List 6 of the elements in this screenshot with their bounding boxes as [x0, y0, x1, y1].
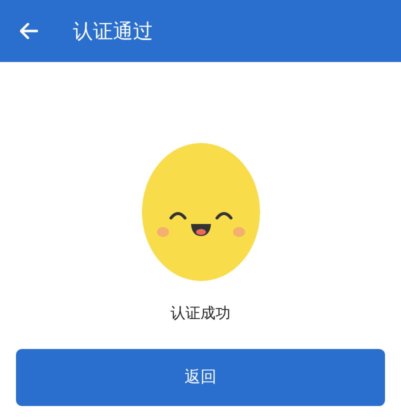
back-button[interactable] [18, 20, 40, 42]
return-button[interactable]: 返回 [16, 348, 385, 406]
success-message: 认证成功 [170, 303, 230, 324]
back-icon [20, 23, 38, 39]
page-title: 认证通过 [73, 18, 153, 45]
smiley-icon [140, 142, 260, 282]
